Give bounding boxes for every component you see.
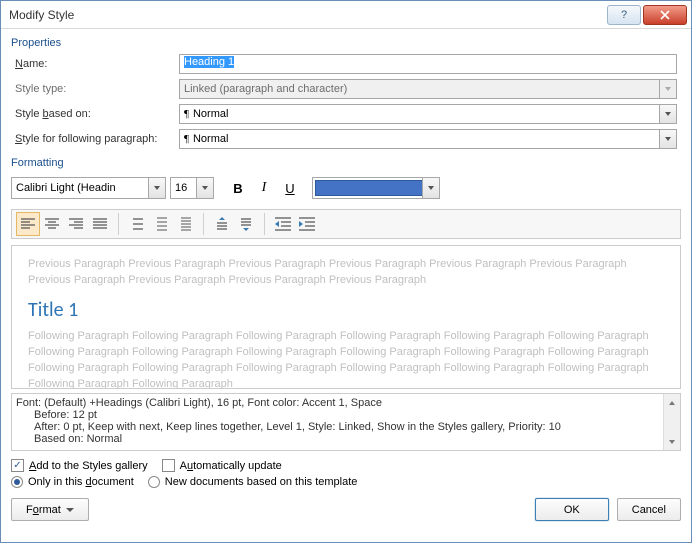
- name-input[interactable]: Heading 1: [179, 54, 677, 74]
- preview-sample-text: Title 1: [28, 298, 664, 322]
- close-icon: [660, 10, 670, 20]
- font-size-combo[interactable]: 16: [170, 177, 214, 199]
- following-combo[interactable]: ¶ Normal: [179, 129, 677, 149]
- based-on-label: Style based on:: [15, 108, 179, 120]
- scroll-up-icon[interactable]: [664, 394, 680, 411]
- help-button[interactable]: ?: [607, 5, 641, 25]
- close-button[interactable]: [643, 5, 687, 25]
- chevron-down-icon: [659, 80, 676, 98]
- paragraph-toolbar: [11, 209, 681, 239]
- name-label: Name:: [15, 58, 179, 70]
- chevron-down-icon: [66, 508, 74, 512]
- auto-update-checkbox[interactable]: [162, 459, 175, 472]
- titlebar: Modify Style ?: [1, 1, 691, 29]
- preview-previous-text: Previous Paragraph Previous Paragraph Pr…: [28, 256, 664, 288]
- auto-update-label: Automatically update: [180, 460, 282, 472]
- space-before-increase-button[interactable]: [210, 212, 234, 236]
- modify-style-dialog: Modify Style ? Properties Name: Heading …: [0, 0, 692, 543]
- style-type-label: Style type:: [15, 83, 179, 95]
- bold-button[interactable]: B: [226, 177, 250, 199]
- dialog-body: Properties Name: Heading 1 Style type: L…: [1, 29, 691, 542]
- chevron-down-icon[interactable]: [148, 178, 165, 198]
- chevron-down-icon[interactable]: [659, 130, 676, 148]
- description-scrollbar[interactable]: [663, 394, 680, 450]
- chevron-down-icon[interactable]: [659, 105, 676, 123]
- decrease-indent-button[interactable]: [271, 212, 295, 236]
- ok-button[interactable]: OK: [535, 498, 609, 521]
- increase-indent-button[interactable]: [295, 212, 319, 236]
- style-description: Font: (Default) +Headings (Calibri Light…: [11, 393, 681, 451]
- based-on-combo[interactable]: ¶ Normal: [179, 104, 677, 124]
- add-to-gallery-label: Add to the Styles gallery: [29, 460, 148, 472]
- align-justify-button[interactable]: [88, 212, 112, 236]
- only-in-document-label: Only in this document: [28, 476, 134, 488]
- paragraph-icon: ¶: [184, 108, 189, 120]
- line-spacing-2-button[interactable]: [173, 212, 197, 236]
- font-color-combo[interactable]: [312, 177, 440, 199]
- font-combo[interactable]: Calibri Light (Headin: [11, 177, 166, 199]
- align-left-button[interactable]: [16, 212, 40, 236]
- chevron-down-icon[interactable]: [422, 178, 439, 198]
- formatting-group-label: Formatting: [11, 157, 681, 169]
- following-label: Style for following paragraph:: [15, 133, 179, 145]
- properties-group-label: Properties: [11, 37, 681, 49]
- align-right-button[interactable]: [64, 212, 88, 236]
- only-in-document-radio[interactable]: [11, 476, 23, 488]
- color-swatch: [315, 180, 437, 196]
- align-center-button[interactable]: [40, 212, 64, 236]
- italic-button[interactable]: I: [252, 177, 276, 199]
- line-spacing-15-button[interactable]: [149, 212, 173, 236]
- cancel-button[interactable]: Cancel: [617, 498, 681, 521]
- new-documents-label: New documents based on this template: [165, 476, 358, 488]
- chevron-down-icon[interactable]: [196, 178, 213, 198]
- format-menu-button[interactable]: Format: [11, 498, 89, 521]
- line-spacing-1-button[interactable]: [125, 212, 149, 236]
- scroll-down-icon[interactable]: [664, 433, 680, 450]
- add-to-gallery-checkbox[interactable]: [11, 459, 24, 472]
- preview-following-text: Following Paragraph Following Paragraph …: [28, 328, 664, 389]
- style-type-combo: Linked (paragraph and character): [179, 79, 677, 99]
- preview-pane: Previous Paragraph Previous Paragraph Pr…: [11, 245, 681, 389]
- window-title: Modify Style: [9, 8, 605, 22]
- space-before-decrease-button[interactable]: [234, 212, 258, 236]
- underline-button[interactable]: U: [278, 177, 302, 199]
- new-documents-radio[interactable]: [148, 476, 160, 488]
- paragraph-icon: ¶: [184, 133, 189, 145]
